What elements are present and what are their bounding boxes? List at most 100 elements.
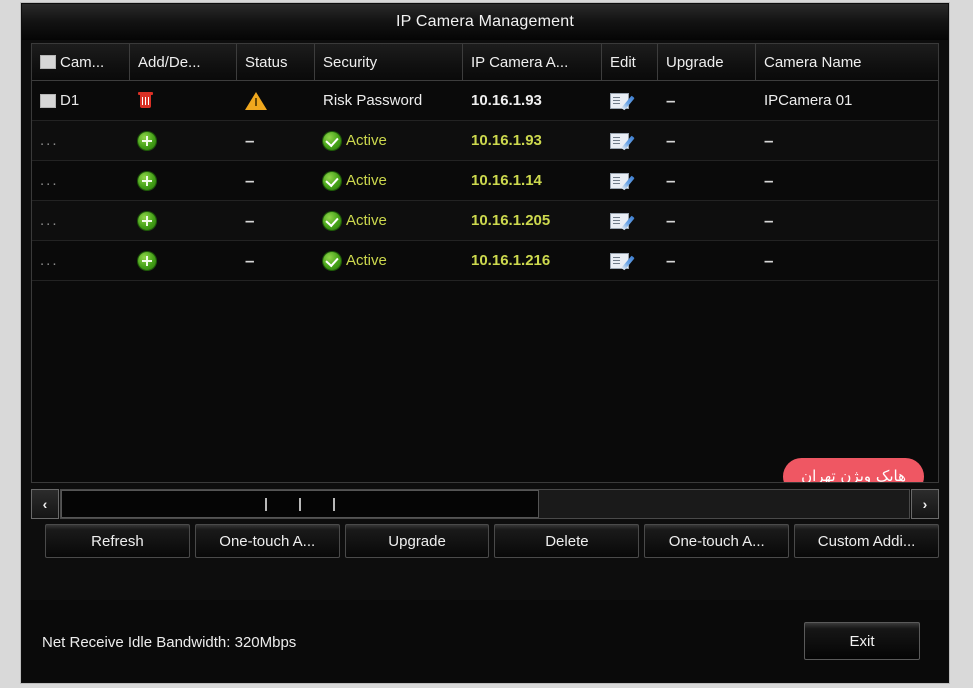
cell-edit[interactable] bbox=[602, 201, 658, 240]
plus-circle-icon[interactable] bbox=[138, 131, 156, 150]
cell-camera[interactable]: ... bbox=[32, 201, 130, 240]
cell-ip-address: 10.16.1.93 bbox=[471, 132, 542, 149]
cell-status-value: – bbox=[245, 251, 255, 270]
grip-line-icon bbox=[265, 497, 267, 511]
column-header-add-delete[interactable]: Add/De... bbox=[130, 44, 237, 80]
scrollbar-thumb[interactable] bbox=[61, 490, 539, 518]
cell-upgrade: – bbox=[658, 121, 756, 160]
cell-security: Risk Password bbox=[323, 92, 423, 109]
camera-table: Cam... Add/De... Status Security IP Came… bbox=[31, 43, 939, 483]
cell-add-delete[interactable] bbox=[130, 201, 237, 240]
exit-button[interactable]: Exit bbox=[804, 622, 920, 660]
cell-upgrade-value: – bbox=[666, 251, 676, 270]
plus-circle-icon[interactable] bbox=[138, 211, 156, 230]
watermark-badge: هایک ویژن تهران bbox=[783, 458, 924, 482]
column-header-edit[interactable]: Edit bbox=[602, 44, 658, 80]
column-header-camera-label: Cam... bbox=[60, 53, 105, 71]
edit-pencil-icon[interactable] bbox=[610, 132, 635, 150]
cell-security-label: Active bbox=[346, 172, 387, 189]
column-header-security[interactable]: Security bbox=[315, 44, 463, 80]
cell-add-delete[interactable] bbox=[130, 121, 237, 160]
one-touch-adding-button[interactable]: One-touch A... bbox=[644, 524, 790, 558]
grip-line-icon bbox=[333, 497, 335, 511]
cell-upgrade: – bbox=[658, 201, 756, 240]
grip-line-icon bbox=[299, 497, 301, 511]
cell-edit[interactable] bbox=[602, 81, 658, 120]
window-title-bar: IP Camera Management bbox=[22, 4, 948, 40]
bandwidth-status-text: Net Receive Idle Bandwidth: 320Mbps bbox=[42, 634, 297, 651]
row-checkbox[interactable] bbox=[40, 93, 56, 108]
custom-adding-button[interactable]: Custom Addi... bbox=[794, 524, 939, 558]
cell-camera[interactable]: ... bbox=[32, 121, 130, 160]
cell-ip-address: 10.16.1.14 bbox=[471, 172, 542, 189]
cell-status: – bbox=[237, 121, 315, 160]
cell-ip-address: 10.16.1.205 bbox=[471, 212, 551, 229]
cell-add-delete[interactable] bbox=[130, 161, 237, 200]
cell-camera-label: ... bbox=[40, 132, 59, 149]
page-title: IP Camera Management bbox=[395, 13, 574, 30]
cell-upgrade-value: – bbox=[666, 211, 676, 230]
column-header-upgrade[interactable]: Upgrade bbox=[658, 44, 756, 80]
trash-icon[interactable] bbox=[138, 92, 153, 109]
cell-security-label: Active bbox=[346, 212, 387, 229]
cell-camera-label: ... bbox=[40, 212, 59, 229]
cell-camera-name: – bbox=[756, 121, 932, 160]
cell-camera[interactable]: D1 bbox=[32, 81, 130, 120]
cell-camera-name-value: – bbox=[764, 211, 774, 230]
table-row[interactable]: D1 Risk Password 10.16.1.93 – IPCamera 0… bbox=[32, 81, 938, 121]
table-header-row: Cam... Add/De... Status Security IP Came… bbox=[32, 44, 938, 81]
refresh-button[interactable]: Refresh bbox=[45, 524, 190, 558]
cell-status-value: – bbox=[245, 131, 255, 150]
edit-pencil-icon[interactable] bbox=[610, 172, 635, 190]
cell-camera-name: – bbox=[756, 201, 932, 240]
horizontal-scrollbar[interactable]: ‹ › bbox=[31, 489, 939, 519]
table-row[interactable]: ... – Active 10.16.1.205 – – bbox=[32, 201, 938, 241]
column-header-status[interactable]: Status bbox=[237, 44, 315, 80]
upgrade-button[interactable]: Upgrade bbox=[344, 524, 490, 558]
table-row[interactable]: ... – Active 10.16.1.93 – – bbox=[32, 121, 938, 161]
cell-status-value: – bbox=[245, 171, 255, 190]
cell-camera-label: D1 bbox=[60, 92, 80, 109]
column-header-camera-name[interactable]: Camera Name bbox=[756, 44, 932, 80]
warning-triangle-icon bbox=[245, 91, 267, 110]
cell-add-delete[interactable] bbox=[130, 241, 237, 280]
cell-add-delete[interactable] bbox=[130, 81, 237, 120]
plus-circle-icon[interactable] bbox=[138, 171, 156, 190]
select-all-checkbox[interactable] bbox=[40, 55, 56, 69]
table-row[interactable]: ... – Active 10.16.1.216 – – bbox=[32, 241, 938, 281]
cell-status: – bbox=[237, 241, 315, 280]
scroll-right-button[interactable]: › bbox=[911, 489, 939, 519]
scrollbar-track[interactable] bbox=[60, 489, 910, 519]
scroll-left-button[interactable]: ‹ bbox=[31, 489, 59, 519]
cell-edit[interactable] bbox=[602, 241, 658, 280]
cell-camera[interactable]: ... bbox=[32, 161, 130, 200]
delete-button[interactable]: Delete bbox=[494, 524, 640, 558]
cell-upgrade: – bbox=[658, 161, 756, 200]
cell-camera-name-value: – bbox=[764, 171, 774, 190]
table-row[interactable]: ... – Active 10.16.1.14 – – bbox=[32, 161, 938, 201]
cell-upgrade-value: – bbox=[666, 91, 676, 110]
cell-status bbox=[237, 81, 315, 120]
column-header-ip-address[interactable]: IP Camera A... bbox=[463, 44, 602, 80]
cell-camera[interactable]: ... bbox=[32, 241, 130, 280]
column-header-camera[interactable]: Cam... bbox=[32, 44, 130, 80]
plus-circle-icon[interactable] bbox=[138, 251, 156, 270]
cell-edit[interactable] bbox=[602, 121, 658, 160]
cell-camera-label: ... bbox=[40, 252, 59, 269]
cell-upgrade-value: – bbox=[666, 171, 676, 190]
edit-pencil-icon[interactable] bbox=[610, 252, 635, 270]
cell-ip-address: 10.16.1.216 bbox=[471, 252, 551, 269]
one-touch-activate-button[interactable]: One-touch A... bbox=[194, 524, 340, 558]
cell-status: – bbox=[237, 201, 315, 240]
cell-upgrade: – bbox=[658, 81, 756, 120]
check-circle-icon bbox=[323, 171, 341, 190]
cell-camera-name: IPCamera 01 bbox=[764, 92, 853, 109]
edit-pencil-icon[interactable] bbox=[610, 92, 635, 110]
cell-edit[interactable] bbox=[602, 161, 658, 200]
cell-upgrade: – bbox=[658, 241, 756, 280]
edit-pencil-icon[interactable] bbox=[610, 212, 635, 230]
check-circle-icon bbox=[323, 131, 341, 150]
cell-security: Active bbox=[315, 241, 463, 280]
check-circle-icon bbox=[323, 251, 341, 270]
cell-status: – bbox=[237, 161, 315, 200]
